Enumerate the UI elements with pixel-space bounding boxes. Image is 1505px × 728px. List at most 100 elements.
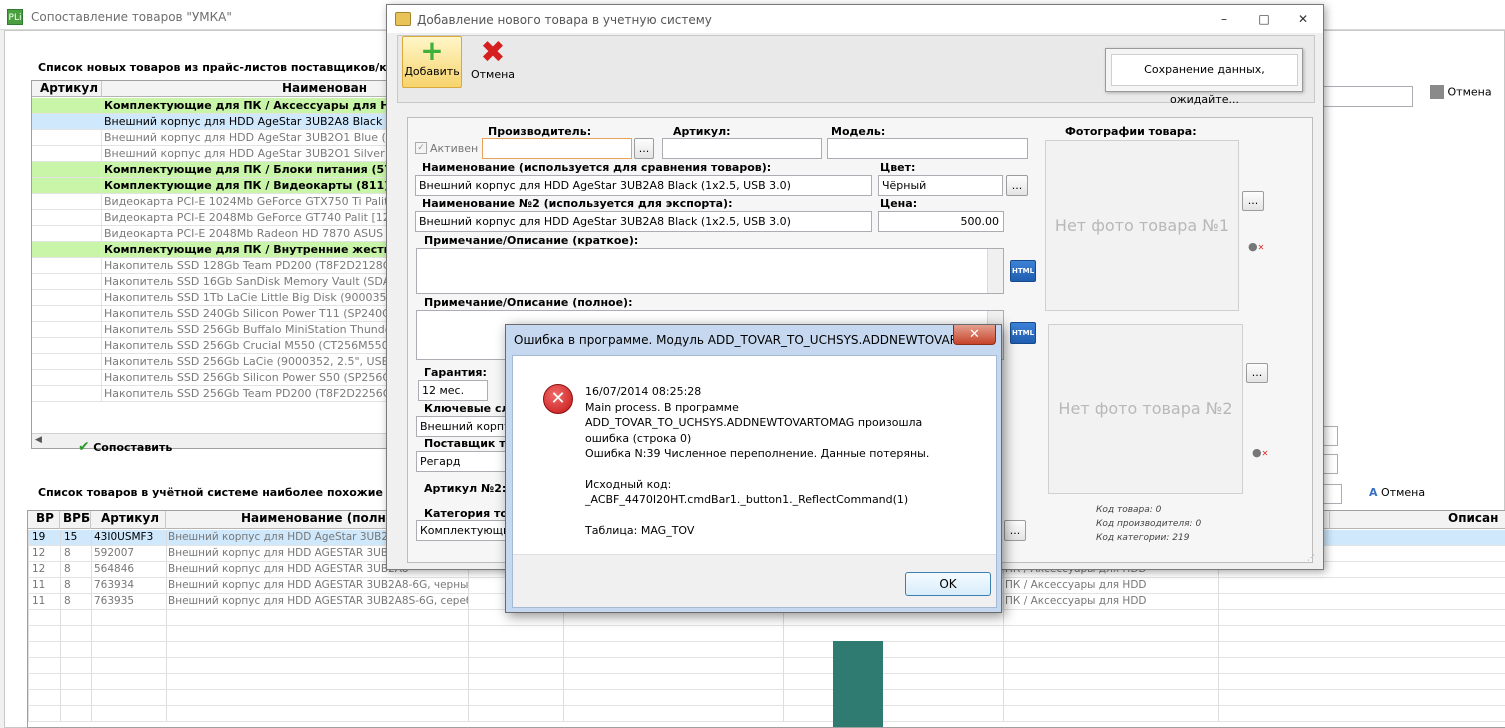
list-item[interactable]: Накопитель SSD 240Gb Silicon Power T11 (… — [32, 306, 390, 322]
grid-line — [1218, 578, 1219, 593]
color-browse-button[interactable]: ... — [1006, 175, 1028, 196]
category-input[interactable]: Комплектующие — [416, 520, 506, 541]
compare-button[interactable]: ✔ Сопоставить — [78, 439, 172, 457]
col-article[interactable]: Артикул — [91, 511, 166, 529]
list-item[interactable]: Накопитель SSD 256Gb LaCie (9000352, 2.5… — [32, 354, 390, 370]
list-item[interactable]: Видеокарта PCI-E 2048Mb Radeon HD 7870 A… — [32, 226, 390, 242]
scroll-left-icon[interactable]: ◀ — [35, 435, 42, 445]
grid-line — [91, 562, 92, 577]
list-item[interactable]: Внешний корпус для HDD AgeStar 3UB2O1 Si… — [32, 146, 390, 162]
art-cell: 43I0USMF3 — [94, 531, 154, 543]
keywords-input[interactable]: Внешний корпус — [416, 416, 506, 437]
supplier-input[interactable]: Регард — [416, 451, 506, 472]
cancel-button-bottom[interactable]: A Отмена — [1369, 486, 1449, 504]
active-checkbox[interactable]: ✓ — [415, 142, 427, 154]
photo-2-placeholder[interactable]: Нет фото товара №2 — [1048, 324, 1243, 494]
model-label: Модель: — [831, 125, 886, 138]
grid-line — [563, 674, 564, 689]
article-input[interactable] — [662, 138, 822, 159]
app-icon: PLi — [7, 9, 23, 25]
category-row[interactable]: Комплектующие для ПК / Внутренние жестки… — [32, 242, 390, 258]
category-row[interactable]: Комплектующие для ПК / Аксессуары для HD… — [32, 98, 390, 114]
list-item[interactable]: Накопитель SSD 128Gb Team PD200 (T8F2D21… — [32, 258, 390, 274]
price-input[interactable]: 500.00 — [878, 211, 1004, 232]
grid-line — [166, 674, 167, 689]
list-item[interactable]: Накопитель SSD 16Gb SanDisk Memory Vault… — [32, 274, 390, 290]
col-vrb[interactable]: ВРБ — [60, 511, 91, 529]
photo-1-delete-icon[interactable]: ●✕ — [1248, 240, 1264, 253]
article-cell — [32, 338, 102, 353]
name2-input[interactable]: Внешний корпус для HDD AgeStar 3UB2A8 Bl… — [415, 211, 872, 232]
grid-line — [91, 530, 92, 545]
close-icon[interactable]: ✕ — [953, 325, 996, 345]
html-editor-icon[interactable]: HTML — [1010, 260, 1036, 282]
grid-line — [28, 690, 29, 705]
grid-line — [166, 642, 167, 657]
empty-row[interactable] — [28, 674, 1505, 690]
grid-line — [1003, 706, 1004, 721]
empty-row[interactable] — [28, 706, 1505, 722]
photo-2-delete-icon[interactable]: ●✕ — [1252, 446, 1268, 459]
category-row[interactable]: Комплектующие для ПК / Видеокарты (811) — [32, 178, 390, 194]
article-cell — [32, 290, 102, 305]
list-item[interactable]: Накопитель SSD 256Gb Buffalo MiniStation… — [32, 322, 390, 338]
article-cell — [32, 322, 102, 337]
article-cell — [32, 98, 102, 113]
list-item[interactable]: Внешний корпус для HDD AgeStar 3UB2A8 Bl… — [32, 114, 390, 130]
name-cell: Накопитель SSD 240Gb Silicon Power T11 (… — [104, 307, 390, 320]
list-item[interactable]: Накопитель SSD 256Gb Crucial M550 (CT256… — [32, 338, 390, 354]
model-input[interactable] — [827, 138, 1028, 159]
article-cell — [32, 242, 102, 257]
article-label: Артикул: — [673, 125, 731, 138]
col-article[interactable]: Артикул — [32, 81, 102, 97]
list-item[interactable]: Накопитель SSD 1Tb LaCie Little Big Disk… — [32, 290, 390, 306]
empty-row[interactable] — [28, 626, 1505, 642]
empty-row[interactable] — [28, 658, 1505, 674]
resize-grip-icon[interactable]: ⋰ — [1307, 553, 1315, 562]
new-items-grid[interactable]: Артикул Наименован Комплектующие для ПК … — [31, 80, 391, 449]
article-cell — [32, 114, 102, 129]
manufacturer-input[interactable] — [482, 138, 632, 159]
cancel-button[interactable]: ✖ Отмена — [463, 38, 523, 88]
category-row[interactable]: Комплектующие для ПК / Блоки питания (57… — [32, 162, 390, 178]
grid-line — [468, 706, 469, 721]
warranty-input[interactable]: 12 мес. — [418, 380, 488, 401]
right-input-1[interactable] — [1320, 86, 1413, 107]
folder-icon — [395, 12, 411, 26]
list-item[interactable]: Накопитель SSD 256Gb Team PD200 (T8F2D22… — [32, 386, 390, 402]
note-short-textarea[interactable] — [416, 248, 1004, 294]
error-dialog-title: Ошибка в программе. Модуль ADD_TOVAR_TO_… — [514, 333, 985, 347]
maximize-icon[interactable]: □ — [1255, 12, 1273, 26]
photo-1-browse-button[interactable]: ... — [1242, 191, 1264, 211]
empty-row[interactable] — [28, 690, 1505, 706]
grid-line — [91, 546, 92, 561]
grid-line — [1218, 658, 1219, 673]
add-button[interactable]: + Добавить — [402, 36, 462, 88]
code-manufacturer: Код производителя: 0 — [1096, 519, 1202, 529]
grid-line — [1218, 706, 1219, 721]
close-icon[interactable]: ✕ — [1294, 12, 1312, 26]
list-item[interactable]: Видеокарта PCI-E 1024Mb GeForce GTX750 T… — [32, 194, 390, 210]
name-cell: Комплектующие для ПК / Внутренние жестки… — [104, 243, 390, 256]
col-vr[interactable]: ВР — [28, 511, 60, 529]
color-input[interactable]: Чёрный — [878, 175, 1003, 196]
html-editor-icon-2[interactable]: HTML — [1010, 322, 1036, 344]
minimize-icon[interactable]: – — [1215, 12, 1233, 26]
name-input[interactable]: Внешний корпус для HDD AgeStar 3UB2A8 Bl… — [415, 175, 872, 196]
manufacturer-browse-button[interactable]: ... — [634, 138, 654, 159]
photo-2-browse-button[interactable]: ... — [1246, 363, 1268, 383]
error-line: Исходный код: — [585, 477, 672, 491]
note-short-scrollbar[interactable] — [987, 249, 1003, 293]
photo-1-placeholder[interactable]: Нет фото товара №1 — [1045, 140, 1239, 311]
list-item[interactable]: Внешний корпус для HDD AgeStar 3UB2O1 Bl… — [32, 130, 390, 146]
ok-button[interactable]: OK — [905, 572, 991, 596]
art-cell: 763935 — [94, 595, 135, 607]
list-item[interactable]: Видеокарта PCI-E 2048Mb GeForce GT740 Pa… — [32, 210, 390, 226]
grid-line — [91, 658, 92, 673]
col-name[interactable]: Наименован — [102, 81, 390, 97]
empty-row[interactable] — [28, 642, 1505, 658]
category-browse-button[interactable]: ... — [1004, 520, 1026, 541]
list-item[interactable]: Накопитель SSD 256Gb Silicon Power S50 (… — [32, 370, 390, 386]
cancel-button-top[interactable]: Отмена — [1430, 85, 1502, 107]
error-line: Ошибка N:39 Численное переполнение. Данн… — [585, 447, 930, 460]
